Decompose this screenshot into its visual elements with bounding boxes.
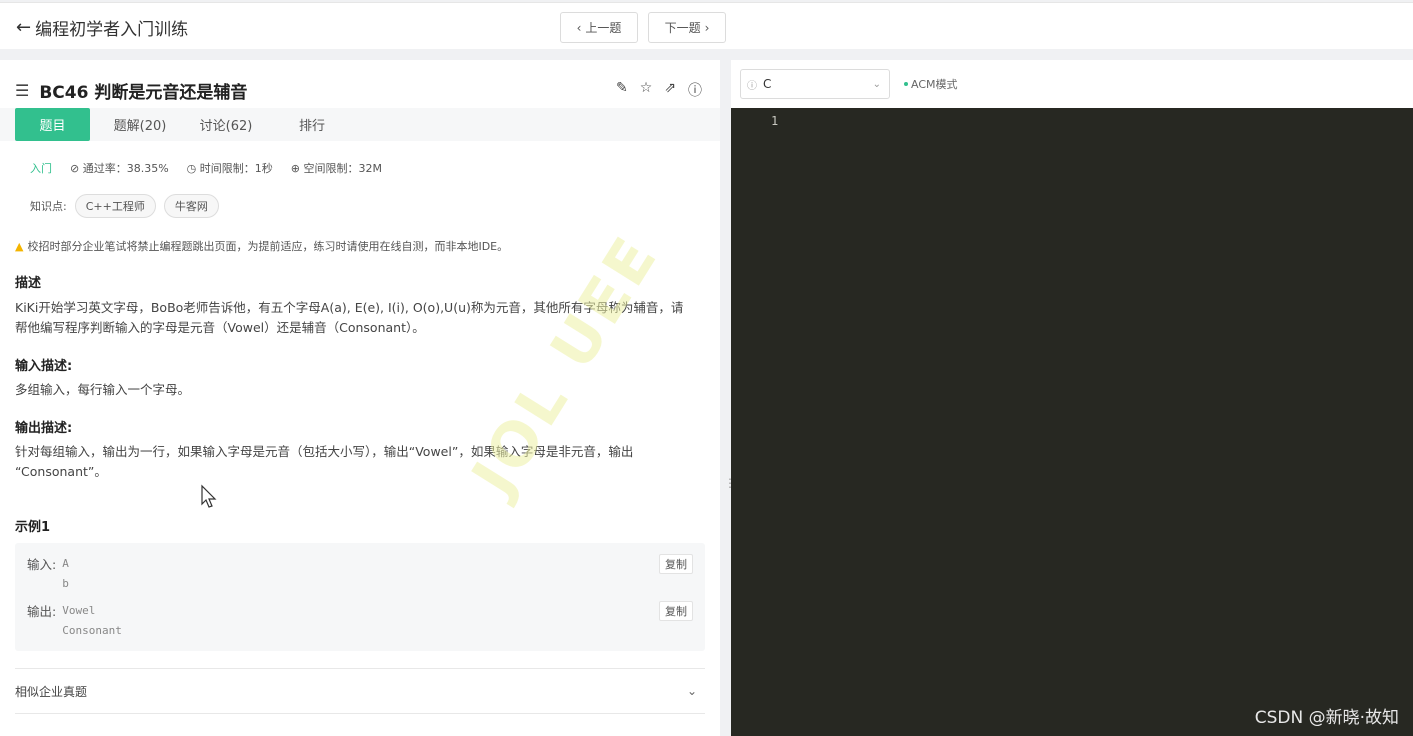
tab-problem[interactable]: 题目 <box>15 108 90 141</box>
similar-questions-toggle[interactable]: 相似企业真题 ⌄ <box>15 668 705 714</box>
star-icon[interactable]: ☆ <box>640 80 653 100</box>
language-value: C <box>763 77 772 91</box>
output-text: 针对每组输入，输出为一行，如果输入字母是元音（包括大小写），输出“Vowel”，… <box>15 442 710 482</box>
time-limit-text: 时间限制：1秒 <box>199 162 273 175</box>
tab-solutions[interactable]: 题解(20) <box>104 108 176 141</box>
globe-icon: ⊕ <box>290 162 300 175</box>
example-input-value: A b <box>62 557 69 590</box>
next-label: 下一题 <box>664 21 701 35</box>
difficulty-level: 入门 <box>30 162 52 175</box>
question-actions: ✎ ☆ ⇗ ⓘ <box>616 80 702 100</box>
similar-label: 相似企业真题 <box>15 684 88 699</box>
copy-output-button[interactable]: 复制 <box>659 601 693 621</box>
tag-chip[interactable]: 牛客网 <box>163 194 219 218</box>
top-bar: ← 编程初学者入门训练 ‹ 上一题 下一题 › <box>0 2 1413 49</box>
editor-toolbar: ⓘ C ⌄ ACM模式 <box>731 60 1413 108</box>
question-header: ☰ BC46 判断是元音还是辅音 <box>15 78 247 103</box>
warning-text: 校招时部分企业笔试将禁止编程题跳出页面，为提前适应，练习时请使用在线自测，而非本… <box>27 240 509 253</box>
question-title: BC46 判断是元音还是辅音 <box>39 83 248 103</box>
share-icon[interactable]: ⇗ <box>664 80 676 100</box>
knowledge-label: 知识点: <box>30 200 67 213</box>
example-input-label: 输入: <box>27 557 57 572</box>
question-tabs: 题目 题解(20) 讨论(62) 排行 <box>0 108 720 141</box>
chevron-right-icon: › <box>704 20 710 35</box>
info-icon: ⓘ <box>747 80 757 92</box>
question-meta: 入门 ⊘ 通过率：38.35% ◷ 时间限制：1秒 ⊕ 空间限制：32M <box>30 160 382 176</box>
next-question-button[interactable]: 下一题 › <box>648 12 726 43</box>
example-input: 输入: A b <box>27 554 69 594</box>
edit-icon[interactable]: ✎ <box>616 80 628 100</box>
clock-icon: ◷ <box>186 162 197 175</box>
pass-rate-text: 通过率：38.35% <box>82 162 169 175</box>
example-heading: 示例1 <box>15 520 51 535</box>
question-panel: ☰ BC46 判断是元音还是辅音 ✎ ☆ ⇗ ⓘ 题目 题解(20) 讨论(62… <box>0 60 720 736</box>
list-icon[interactable]: ☰ <box>15 81 29 100</box>
code-editor[interactable]: 1 CSDN @新晓·故知 <box>731 108 1413 736</box>
input-text: 多组输入，每行输入一个字母。 <box>15 382 191 397</box>
language-select[interactable]: ⓘ C ⌄ <box>740 69 890 99</box>
check-circle-icon: ⊘ <box>70 162 80 175</box>
exam-warning: ▲ 校招时部分企业笔试将禁止编程题跳出页面，为提前适应，练习时请使用在线自测，而… <box>15 238 508 254</box>
time-limit: ◷ 时间限制：1秒 <box>187 160 273 176</box>
prev-question-button[interactable]: ‹ 上一题 <box>560 12 638 43</box>
back-link[interactable]: ← 编程初学者入门训练 <box>16 15 188 40</box>
info-icon[interactable]: ⓘ <box>688 80 702 100</box>
arrow-left-icon: ← <box>16 17 32 38</box>
space-limit: ⊕ 空间限制：32M <box>291 160 382 176</box>
output-heading: 输出描述: <box>15 421 73 436</box>
mode-indicator[interactable]: ACM模式 <box>904 76 958 92</box>
mouse-pointer-icon <box>201 484 217 508</box>
knowledge-points: 知识点: C++工程师 牛客网 <box>30 194 219 218</box>
csdn-credit: CSDN @新晓·故知 <box>1254 708 1399 728</box>
chevron-down-icon: ⌄ <box>686 684 697 698</box>
input-heading: 输入描述: <box>15 359 73 374</box>
line-number: 1 <box>771 114 779 128</box>
output-line: 针对每组输入，输出为一行，如果输入字母是元音（包括大小写），输出“Vowel”，… <box>15 444 634 459</box>
chevron-left-icon: ‹ <box>576 20 582 35</box>
example-output-value: Vowel Consonant <box>62 604 122 637</box>
output-line: “Consonant”。 <box>15 464 107 479</box>
copy-input-button[interactable]: 复制 <box>659 554 693 574</box>
prev-label: 上一题 <box>585 21 622 35</box>
desc-heading: 描述 <box>15 276 42 291</box>
dot-icon <box>904 82 908 86</box>
tag-chip[interactable]: C++工程师 <box>74 194 156 218</box>
example-output: 输出: Vowel Consonant <box>27 601 122 641</box>
chevron-down-icon: ⌄ <box>872 78 881 90</box>
warning-icon: ▲ <box>15 239 24 253</box>
course-title: 编程初学者入门训练 <box>35 20 189 40</box>
tab-discussion[interactable]: 讨论(62) <box>190 108 262 141</box>
space-limit-text: 空间限制：32M <box>303 162 383 175</box>
mode-label: ACM模式 <box>911 78 958 91</box>
tab-ranking[interactable]: 排行 <box>276 108 348 141</box>
example-output-label: 输出: <box>27 604 57 619</box>
example-box: 输入: A b 复制 输出: Vowel Consonant 复制 <box>15 543 705 651</box>
pass-rate: ⊘ 通过率：38.35% <box>70 160 169 176</box>
